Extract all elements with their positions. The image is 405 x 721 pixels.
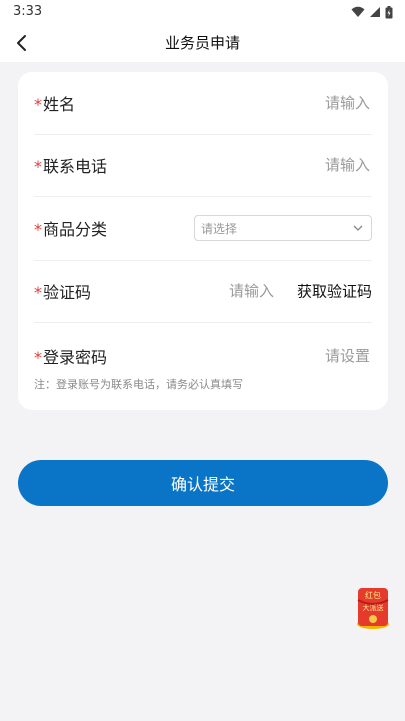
status-time: 3:33 [13,4,43,19]
form-note: 注：登录账号为联系电话，请务必认真填写 [34,378,243,391]
required-mark: * [34,283,42,302]
status-icons [351,4,393,20]
phone-input[interactable] [208,155,372,175]
required-mark: * [34,220,42,239]
signal-icon [370,7,380,17]
phone-label: *联系电话 [34,157,108,176]
required-mark: * [34,157,42,176]
password-label: *登录密码 [34,348,108,367]
form-card: *姓名 *联系电话 *商品分类 请选择 *验证码 获取验证码 *登录密码 注：登… [18,72,388,410]
name-row: *姓名 [34,72,372,135]
red-packet-promo[interactable]: 红包 大派送 [354,586,392,630]
battery-icon [385,5,393,18]
category-label: *商品分类 [34,220,108,239]
code-input[interactable] [192,281,276,301]
red-packet-icon: 红包 大派送 [357,588,389,629]
category-row: *商品分类 请选择 [34,196,372,261]
required-mark: * [34,348,42,367]
red-packet-line1: 红包 [365,590,381,600]
required-mark: * [34,95,42,114]
page-title: 业务员申请 [164,34,240,52]
status-bar: 3:33 [0,0,405,24]
name-input[interactable] [208,93,372,113]
wifi-icon [351,6,365,17]
code-label: *验证码 [34,283,92,302]
chevron-down-icon [353,225,363,231]
submit-button[interactable]: 确认提交 [18,460,388,506]
code-row: *验证码 获取验证码 [34,260,372,323]
name-label: *姓名 [34,95,76,114]
get-code-button[interactable]: 获取验证码 [297,281,372,302]
category-select-value: 请选择 [201,222,238,236]
password-input[interactable] [208,346,372,366]
nav-bar: 业务员申请 [0,24,405,62]
red-packet-line2: 大派送 [363,603,384,612]
phone-row: *联系电话 [34,134,372,197]
category-select[interactable]: 请选择 [194,215,372,241]
